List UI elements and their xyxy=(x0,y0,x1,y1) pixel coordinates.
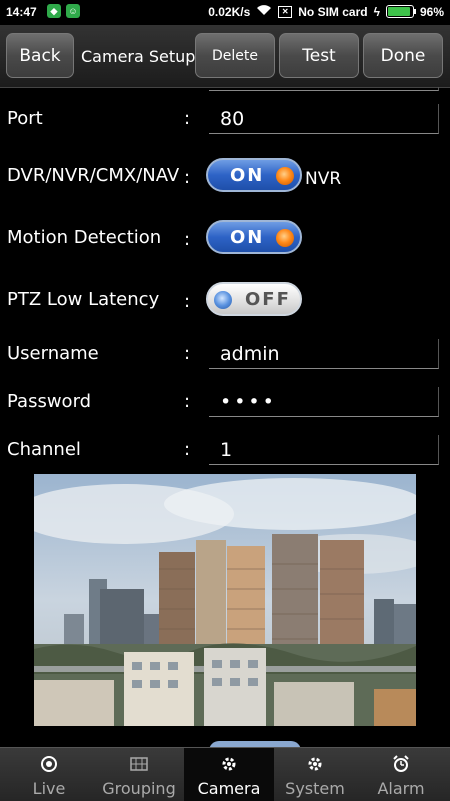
back-button[interactable]: Back xyxy=(6,33,74,78)
motion-toggle-label: ON xyxy=(230,227,265,248)
page-title: Camera Setup xyxy=(81,47,196,66)
ptz-colon: : xyxy=(184,291,191,312)
toggle-knob-icon xyxy=(214,291,232,309)
toolbar: Back Camera Setup Delete Test Done xyxy=(0,25,450,88)
dvr-type-toggle[interactable]: ON xyxy=(206,158,302,192)
dvr-type-label: DVR/NVR/CMX/NAV xyxy=(7,165,180,186)
ptz-low-latency-toggle[interactable]: OFF xyxy=(206,282,302,316)
wifi-icon xyxy=(256,4,272,19)
dvr-type-value: NVR xyxy=(305,169,342,189)
password-label: Password xyxy=(7,391,92,412)
nav-live[interactable]: Live xyxy=(4,748,94,801)
port-input[interactable]: 80 xyxy=(209,104,439,134)
status-bar: 14:47 ◆ ☺ 0.02K/s ✕ No SIM card ϟ 96% xyxy=(0,0,450,25)
charging-icon: ϟ xyxy=(373,4,380,19)
status-time: 14:47 xyxy=(6,5,37,19)
test-button[interactable]: Test xyxy=(279,33,359,78)
toggle-knob-icon xyxy=(276,229,294,247)
dvr-colon: : xyxy=(184,167,191,188)
nav-camera-label: Camera xyxy=(197,779,261,798)
nav-camera[interactable]: Camera xyxy=(184,748,274,801)
live-icon xyxy=(4,755,94,773)
scrolled-field-edge xyxy=(209,87,439,91)
nav-grouping-label: Grouping xyxy=(102,779,176,798)
android-app-icon: ☺ xyxy=(66,4,80,18)
username-label: Username xyxy=(7,343,99,364)
motion-detection-toggle[interactable]: ON xyxy=(206,220,302,254)
nav-alarm[interactable]: Alarm xyxy=(356,748,446,801)
motion-detection-label: Motion Detection xyxy=(7,227,162,248)
sim-status: No SIM card xyxy=(298,4,368,19)
delete-button[interactable]: Delete xyxy=(195,33,275,78)
done-button[interactable]: Done xyxy=(363,33,443,78)
port-label: Port xyxy=(7,108,43,129)
username-colon: : xyxy=(184,343,191,364)
nav-live-label: Live xyxy=(32,779,66,798)
ptz-toggle-label: OFF xyxy=(245,289,291,310)
toggle-knob-icon xyxy=(276,167,294,185)
battery-icon xyxy=(385,5,416,18)
camera-gear-icon xyxy=(184,755,274,773)
channel-input[interactable]: 1 xyxy=(209,435,439,465)
shield-app-icon: ◆ xyxy=(47,4,61,18)
ptz-low-latency-label: PTZ Low Latency xyxy=(7,289,160,310)
gear-icon xyxy=(270,755,360,773)
port-colon: : xyxy=(184,108,191,129)
channel-label: Channel xyxy=(7,439,81,460)
nav-alarm-label: Alarm xyxy=(377,779,425,798)
channel-colon: : xyxy=(184,439,191,460)
password-colon: : xyxy=(184,391,191,412)
network-speed: 0.02K/s xyxy=(208,4,251,19)
dvr-toggle-label: ON xyxy=(230,165,265,186)
alarm-clock-icon xyxy=(356,755,446,773)
nav-grouping[interactable]: Grouping xyxy=(94,748,184,801)
username-input[interactable]: admin xyxy=(209,339,439,369)
nav-system[interactable]: System xyxy=(270,748,360,801)
password-input[interactable]: •••• xyxy=(209,387,439,417)
bottom-nav: Live Grouping Camera System Alarm xyxy=(0,747,450,801)
camera-preview-image xyxy=(34,474,416,726)
grouping-icon xyxy=(94,755,184,773)
battery-percent: 96% xyxy=(419,4,444,19)
nav-system-label: System xyxy=(285,779,345,798)
motion-colon: : xyxy=(184,229,191,250)
no-sim-icon: ✕ xyxy=(278,5,293,18)
